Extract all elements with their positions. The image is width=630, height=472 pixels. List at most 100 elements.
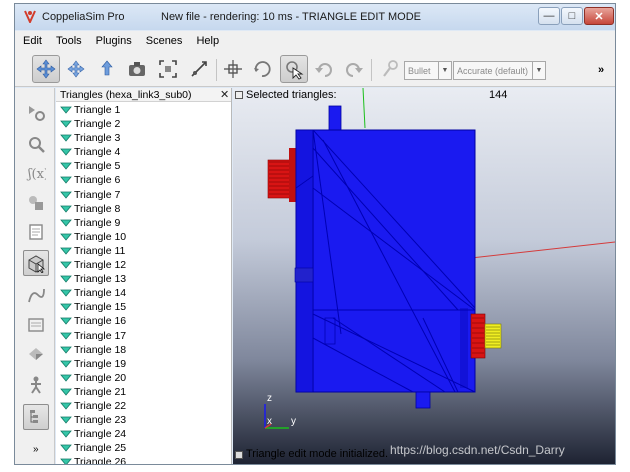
- triangle-list-item[interactable]: Triangle 5: [56, 159, 231, 173]
- chevron-down-icon: ▼: [532, 62, 545, 79]
- triangle-icon: [60, 346, 72, 354]
- triangle-label: Triangle 16: [74, 315, 127, 328]
- manipulate-button[interactable]: [185, 55, 213, 83]
- collections-button[interactable]: ʃ(x): [23, 160, 49, 186]
- triangle-label: Triangle 20: [74, 371, 127, 384]
- left-toolbar-more-button[interactable]: »: [33, 444, 39, 455]
- triangle-icon: [60, 458, 72, 464]
- triangle-list-item[interactable]: Triangle 25: [56, 441, 231, 455]
- triangle-icon: [60, 177, 72, 185]
- undo-icon: [315, 63, 332, 77]
- triangle-edit-button[interactable]: [23, 250, 49, 276]
- scripts-button[interactable]: [23, 190, 49, 216]
- title-bar: CoppeliaSim Pro New file - rendering: 10…: [15, 4, 615, 30]
- triangle-list-item[interactable]: Triangle 11: [56, 244, 231, 258]
- shape-edit-button[interactable]: [23, 219, 49, 245]
- triangle-list-item[interactable]: Triangle 8: [56, 202, 231, 216]
- toolbar-separator: [371, 59, 372, 81]
- triangle-list-item[interactable]: Triangle 22: [56, 399, 231, 413]
- menu-bar: Edit Tools Plugins Scenes Help: [15, 31, 615, 51]
- triangle-list-item[interactable]: Triangle 14: [56, 286, 231, 300]
- calculation-modules-button[interactable]: [23, 131, 49, 157]
- triangle-list-item[interactable]: Triangle 21: [56, 385, 231, 399]
- triangle-icon: [60, 261, 72, 269]
- scene-hierarchy-button[interactable]: [23, 372, 49, 398]
- triangle-list-item[interactable]: Triangle 18: [56, 343, 231, 357]
- scene-viewport[interactable]: z x y Selected triangles: 144 Triangle e…: [233, 88, 615, 464]
- toolbar-overflow-button[interactable]: »: [598, 64, 604, 76]
- triangle-list-item[interactable]: Triangle 9: [56, 216, 231, 230]
- close-button[interactable]: ✕: [584, 7, 614, 25]
- undo-button[interactable]: [310, 55, 338, 83]
- triangle-list-item[interactable]: Triangle 6: [56, 173, 231, 187]
- selected-triangles-count: 144: [489, 89, 508, 101]
- minimize-button[interactable]: —: [538, 7, 560, 25]
- object-shift-button[interactable]: [219, 55, 247, 83]
- triangle-icon: [60, 275, 72, 283]
- triangle-list-item[interactable]: Triangle 3: [56, 131, 231, 145]
- triangle-label: Triangle 8: [74, 202, 121, 215]
- triangle-list-item[interactable]: Triangle 16: [56, 314, 231, 328]
- triangle-list-item[interactable]: Triangle 1: [56, 103, 231, 117]
- path-edit-button[interactable]: [23, 282, 49, 308]
- menu-plugins[interactable]: Plugins: [96, 35, 132, 47]
- selection-button[interactable]: [23, 312, 49, 338]
- menu-edit[interactable]: Edit: [23, 35, 42, 47]
- triangle-list-item[interactable]: Triangle 12: [56, 258, 231, 272]
- redo-button[interactable]: [340, 55, 368, 83]
- triangle-list-item[interactable]: Triangle 19: [56, 357, 231, 371]
- manipulate-icon: [191, 61, 207, 77]
- triangle-icon: [60, 416, 72, 424]
- click-select-button[interactable]: [280, 55, 308, 83]
- layers-button[interactable]: [23, 404, 49, 430]
- camera-view-button[interactable]: [123, 55, 151, 83]
- scene-object-properties-button[interactable]: [23, 100, 49, 126]
- triangle-label: Triangle 2: [74, 118, 121, 131]
- triangle-label: Triangle 15: [74, 301, 127, 314]
- axis-y-label: y: [291, 416, 296, 427]
- triangle-label: Triangle 10: [74, 230, 127, 243]
- triangle-list-item[interactable]: Triangle 24: [56, 427, 231, 441]
- dynamics-icon: [383, 60, 398, 77]
- triangle-list-item[interactable]: Triangle 20: [56, 371, 231, 385]
- physics-engine-select[interactable]: Bullet ▼: [404, 61, 452, 80]
- menu-help[interactable]: Help: [196, 35, 219, 47]
- fit-to-view-button[interactable]: [154, 55, 182, 83]
- triangle-icon: [60, 402, 72, 410]
- physics-engine-value: Bullet: [408, 65, 431, 76]
- maximize-button[interactable]: □: [561, 7, 583, 25]
- triangle-icon: [60, 134, 72, 142]
- main-toolbar: Bullet ▼ Accurate (default) ▼ »: [15, 51, 615, 87]
- triangle-icon: [60, 388, 72, 396]
- red-gear-right: [470, 313, 486, 359]
- camera-rotate-button[interactable]: [62, 55, 90, 83]
- dynamics-button[interactable]: [377, 55, 405, 83]
- triangle-list-item[interactable]: Triangle 15: [56, 300, 231, 314]
- menu-tools[interactable]: Tools: [56, 35, 82, 47]
- triangle-list-item[interactable]: Triangle 17: [56, 329, 231, 343]
- menu-scenes[interactable]: Scenes: [146, 35, 183, 47]
- panel-close-button[interactable]: ✕: [220, 88, 229, 101]
- yellow-gear-right: [484, 323, 502, 349]
- triangle-list-item[interactable]: Triangle 13: [56, 272, 231, 286]
- robot-figure-icon: [31, 376, 41, 394]
- status-indicator: [235, 451, 243, 459]
- object-rotate-button[interactable]: [248, 55, 276, 83]
- triangle-list-item[interactable]: Triangle 23: [56, 413, 231, 427]
- triangle-icon: [60, 444, 72, 452]
- axis-z-label: z: [267, 393, 272, 404]
- triangle-icon: [60, 289, 72, 297]
- panel-title: Triangles (hexa_link3_sub0): [60, 89, 192, 101]
- triangle-list-item[interactable]: Triangle 10: [56, 230, 231, 244]
- camera-pan-button[interactable]: [32, 55, 60, 83]
- camera-shift-button[interactable]: [93, 55, 121, 83]
- triangle-list-item[interactable]: Triangle 26: [56, 455, 231, 464]
- triangle-list-item[interactable]: Triangle 2: [56, 117, 231, 131]
- mesh-top-tab: [328, 105, 342, 133]
- triangle-label: Triangle 13: [74, 273, 127, 286]
- triangle-list-item[interactable]: Triangle 7: [56, 188, 231, 202]
- accuracy-select[interactable]: Accurate (default) ▼: [453, 61, 546, 80]
- model-browser-button[interactable]: [23, 341, 49, 367]
- triangle-list-item[interactable]: Triangle 4: [56, 145, 231, 159]
- triangle-icon: [60, 205, 72, 213]
